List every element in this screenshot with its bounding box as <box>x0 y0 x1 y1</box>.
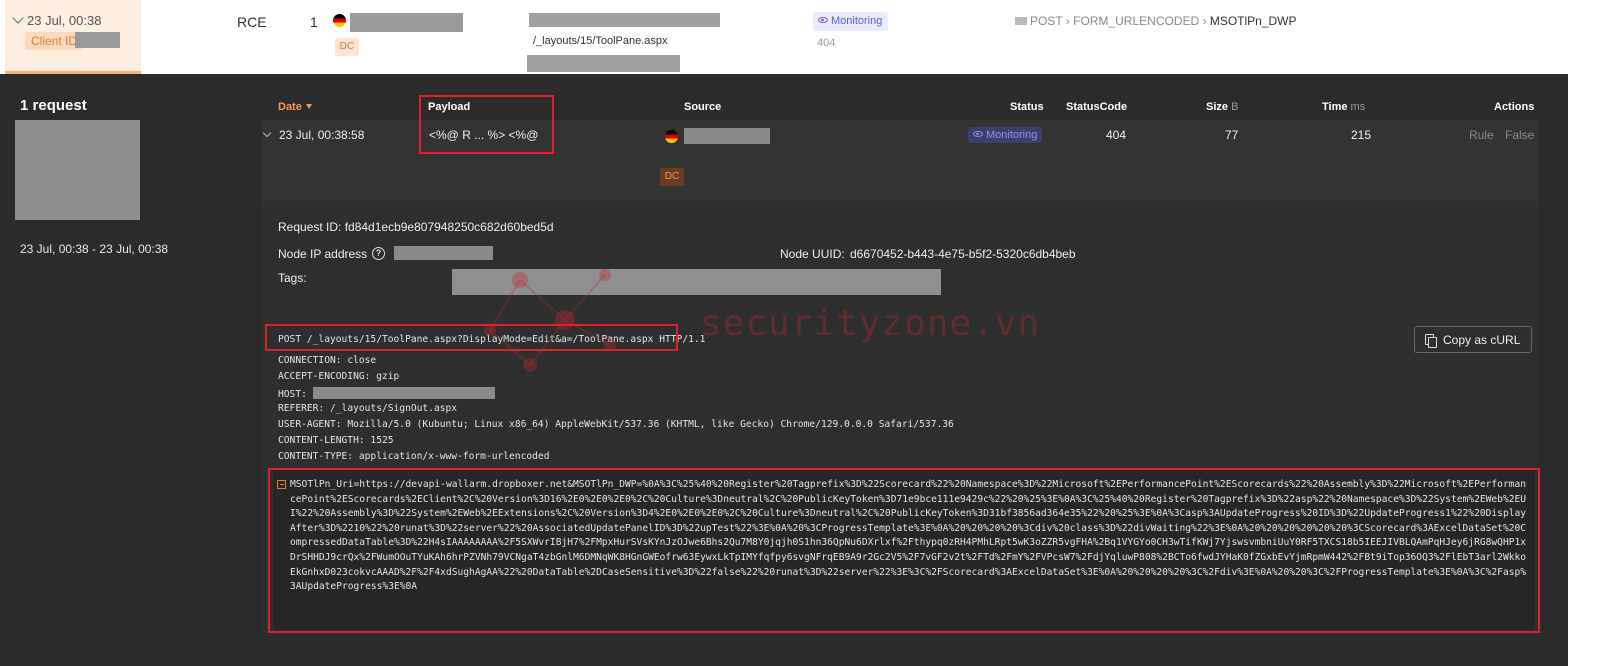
row-size: 77 <box>1225 128 1239 142</box>
germany-flag-icon <box>333 14 346 27</box>
column-size[interactable]: Size B <box>1206 101 1238 113</box>
header-key: USER-AGENT: <box>278 419 342 430</box>
collapse-icon[interactable] <box>277 480 286 489</box>
sort-desc-icon[interactable] <box>305 104 312 109</box>
chevron-expand-icon[interactable] <box>262 128 272 138</box>
request-body-text: MSOTlPn_Uri=https://devapi-wallarm.dropb… <box>290 479 1527 593</box>
datacenter-badge: DC <box>335 38 359 56</box>
row-time: 215 <box>1351 128 1372 142</box>
header-line: HOST: <box>278 387 495 400</box>
monitoring-status-badge: Monitoring <box>813 12 889 31</box>
header-key: CONTENT-LENGTH: <box>278 435 365 446</box>
request-id: Request ID: fd84d1ecb9e807948250c682d60b… <box>278 220 554 234</box>
header-value: Mozilla/5.0 (Kubuntu; Linux x86_64) Appl… <box>347 419 954 430</box>
time-range: 23 Jul, 00:38 - 23 Jul, 00:38 <box>20 242 169 256</box>
column-time-label: Time <box>1322 101 1348 113</box>
header-line: CONTENT-TYPE: application/x-www-form-url… <box>278 451 549 462</box>
request-body: MSOTlPn_Uri=https://devapi-wallarm.dropb… <box>273 469 1535 630</box>
crumb-parameter: MSOTlPn_DWP <box>1209 14 1297 28</box>
rule-action-button[interactable]: Rule <box>1469 128 1494 142</box>
status-code: 404 <box>817 37 836 49</box>
eye-icon <box>818 17 828 23</box>
event-selected-cell[interactable]: 23 Jul, 00:38 Client ID <box>5 0 141 74</box>
column-date-label: Date <box>278 101 302 113</box>
row-status-code: 404 <box>1106 128 1127 142</box>
header-line: REFERER: /_layouts/SignOut.aspx <box>278 403 457 414</box>
help-icon[interactable]: ? <box>372 247 385 260</box>
watermark-text: securityzone.vn <box>700 303 1041 344</box>
germany-flag-icon <box>665 130 678 143</box>
event-date: 23 Jul, 00:38 <box>27 13 102 28</box>
chevron-down-icon[interactable] <box>12 12 24 24</box>
header-value: close <box>347 355 377 366</box>
header-value: /_layouts/SignOut.aspx <box>330 403 458 414</box>
header-line: CONNECTION: close <box>278 355 376 366</box>
column-status: Status <box>1010 101 1044 113</box>
node-uuid: d6670452-b443-4e75-b5f2-5320c6db4beb <box>850 247 1076 261</box>
server-icon <box>1015 17 1027 25</box>
requests-table-header: Date Payload Source Status StatusCode Si… <box>262 92 1538 120</box>
row-payload[interactable]: <%@ R ... %> <%@ <box>429 128 538 142</box>
status-label: Monitoring <box>986 129 1038 141</box>
redacted-host <box>529 13 720 27</box>
monitoring-status-badge: Monitoring <box>968 127 1043 143</box>
size-unit: B <box>1231 101 1239 113</box>
tags-label: Tags: <box>278 271 307 285</box>
crumb-type: FORM_URLENCODED <box>1073 14 1200 28</box>
copy-icon <box>1425 334 1437 348</box>
time-unit: ms <box>1350 101 1366 113</box>
watermark-network-icon <box>484 269 616 372</box>
request-count-title: 1 request <box>20 97 87 114</box>
table-row[interactable]: 23 Jul, 00:38:58 <%@ R ... %> <%@ DC Mon… <box>262 120 1538 201</box>
column-date[interactable]: Date <box>278 101 312 113</box>
header-value: application/x-www-form-urlencoded <box>358 451 550 462</box>
column-source: Source <box>684 101 722 113</box>
header-key: REFERER: <box>278 403 325 414</box>
redacted-client-id <box>75 32 120 48</box>
redacted-thumbnail <box>15 120 140 220</box>
request-detail-panel: Request ID: fd84d1ecb9e807948250c682d60b… <box>262 201 1538 636</box>
column-time[interactable]: Time ms <box>1322 101 1365 113</box>
copy-button-label: Copy as cURL <box>1443 333 1521 347</box>
header-line: USER-AGENT: Mozilla/5.0 (Kubuntu; Linux … <box>278 419 954 430</box>
false-positive-button[interactable]: False <box>1505 128 1534 142</box>
header-line: ACCEPT-ENCODING: gzip <box>278 371 399 382</box>
event-summary-bar[interactable]: 23 Jul, 00:38 Client ID RCE 1 DC /_layou… <box>0 0 1568 74</box>
scrollbar-track[interactable] <box>1568 0 1600 666</box>
header-key: ACCEPT-ENCODING: <box>278 371 371 382</box>
header-key: HOST: <box>278 389 307 400</box>
redacted-source-ip <box>684 128 770 144</box>
header-key: CONNECTION: <box>278 355 342 366</box>
target-path: /_layouts/15/ToolPane.aspx <box>533 35 668 47</box>
attack-type: RCE <box>237 14 267 30</box>
attack-breadcrumb: POST › FORM_URLENCODED › MSOTlPn_DWP <box>1015 14 1297 28</box>
header-value: gzip <box>376 371 400 382</box>
redacted-host <box>312 387 495 399</box>
column-payload: Payload <box>428 101 471 113</box>
header-value: 1525 <box>370 435 394 446</box>
copy-as-curl-button[interactable]: Copy as cURL <box>1414 326 1532 353</box>
column-status-code: StatusCode <box>1066 101 1128 113</box>
node-ip-label: Node IP address <box>278 247 368 261</box>
header-line: CONTENT-LENGTH: 1525 <box>278 435 394 446</box>
status-label: Monitoring <box>831 15 883 27</box>
crumb-method: POST <box>1030 14 1063 28</box>
column-actions: Actions <box>1494 101 1535 113</box>
datacenter-badge: DC <box>660 168 684 186</box>
redacted-detail <box>527 55 680 72</box>
redacted-source-ip <box>350 13 463 32</box>
eye-icon <box>973 131 983 137</box>
hit-count: 1 <box>310 14 318 30</box>
row-date: 23 Jul, 00:38:58 <box>279 128 365 142</box>
node-uuid-label: Node UUID: <box>780 247 845 261</box>
column-size-label: Size <box>1206 101 1229 113</box>
header-key: CONTENT-TYPE: <box>278 451 354 462</box>
